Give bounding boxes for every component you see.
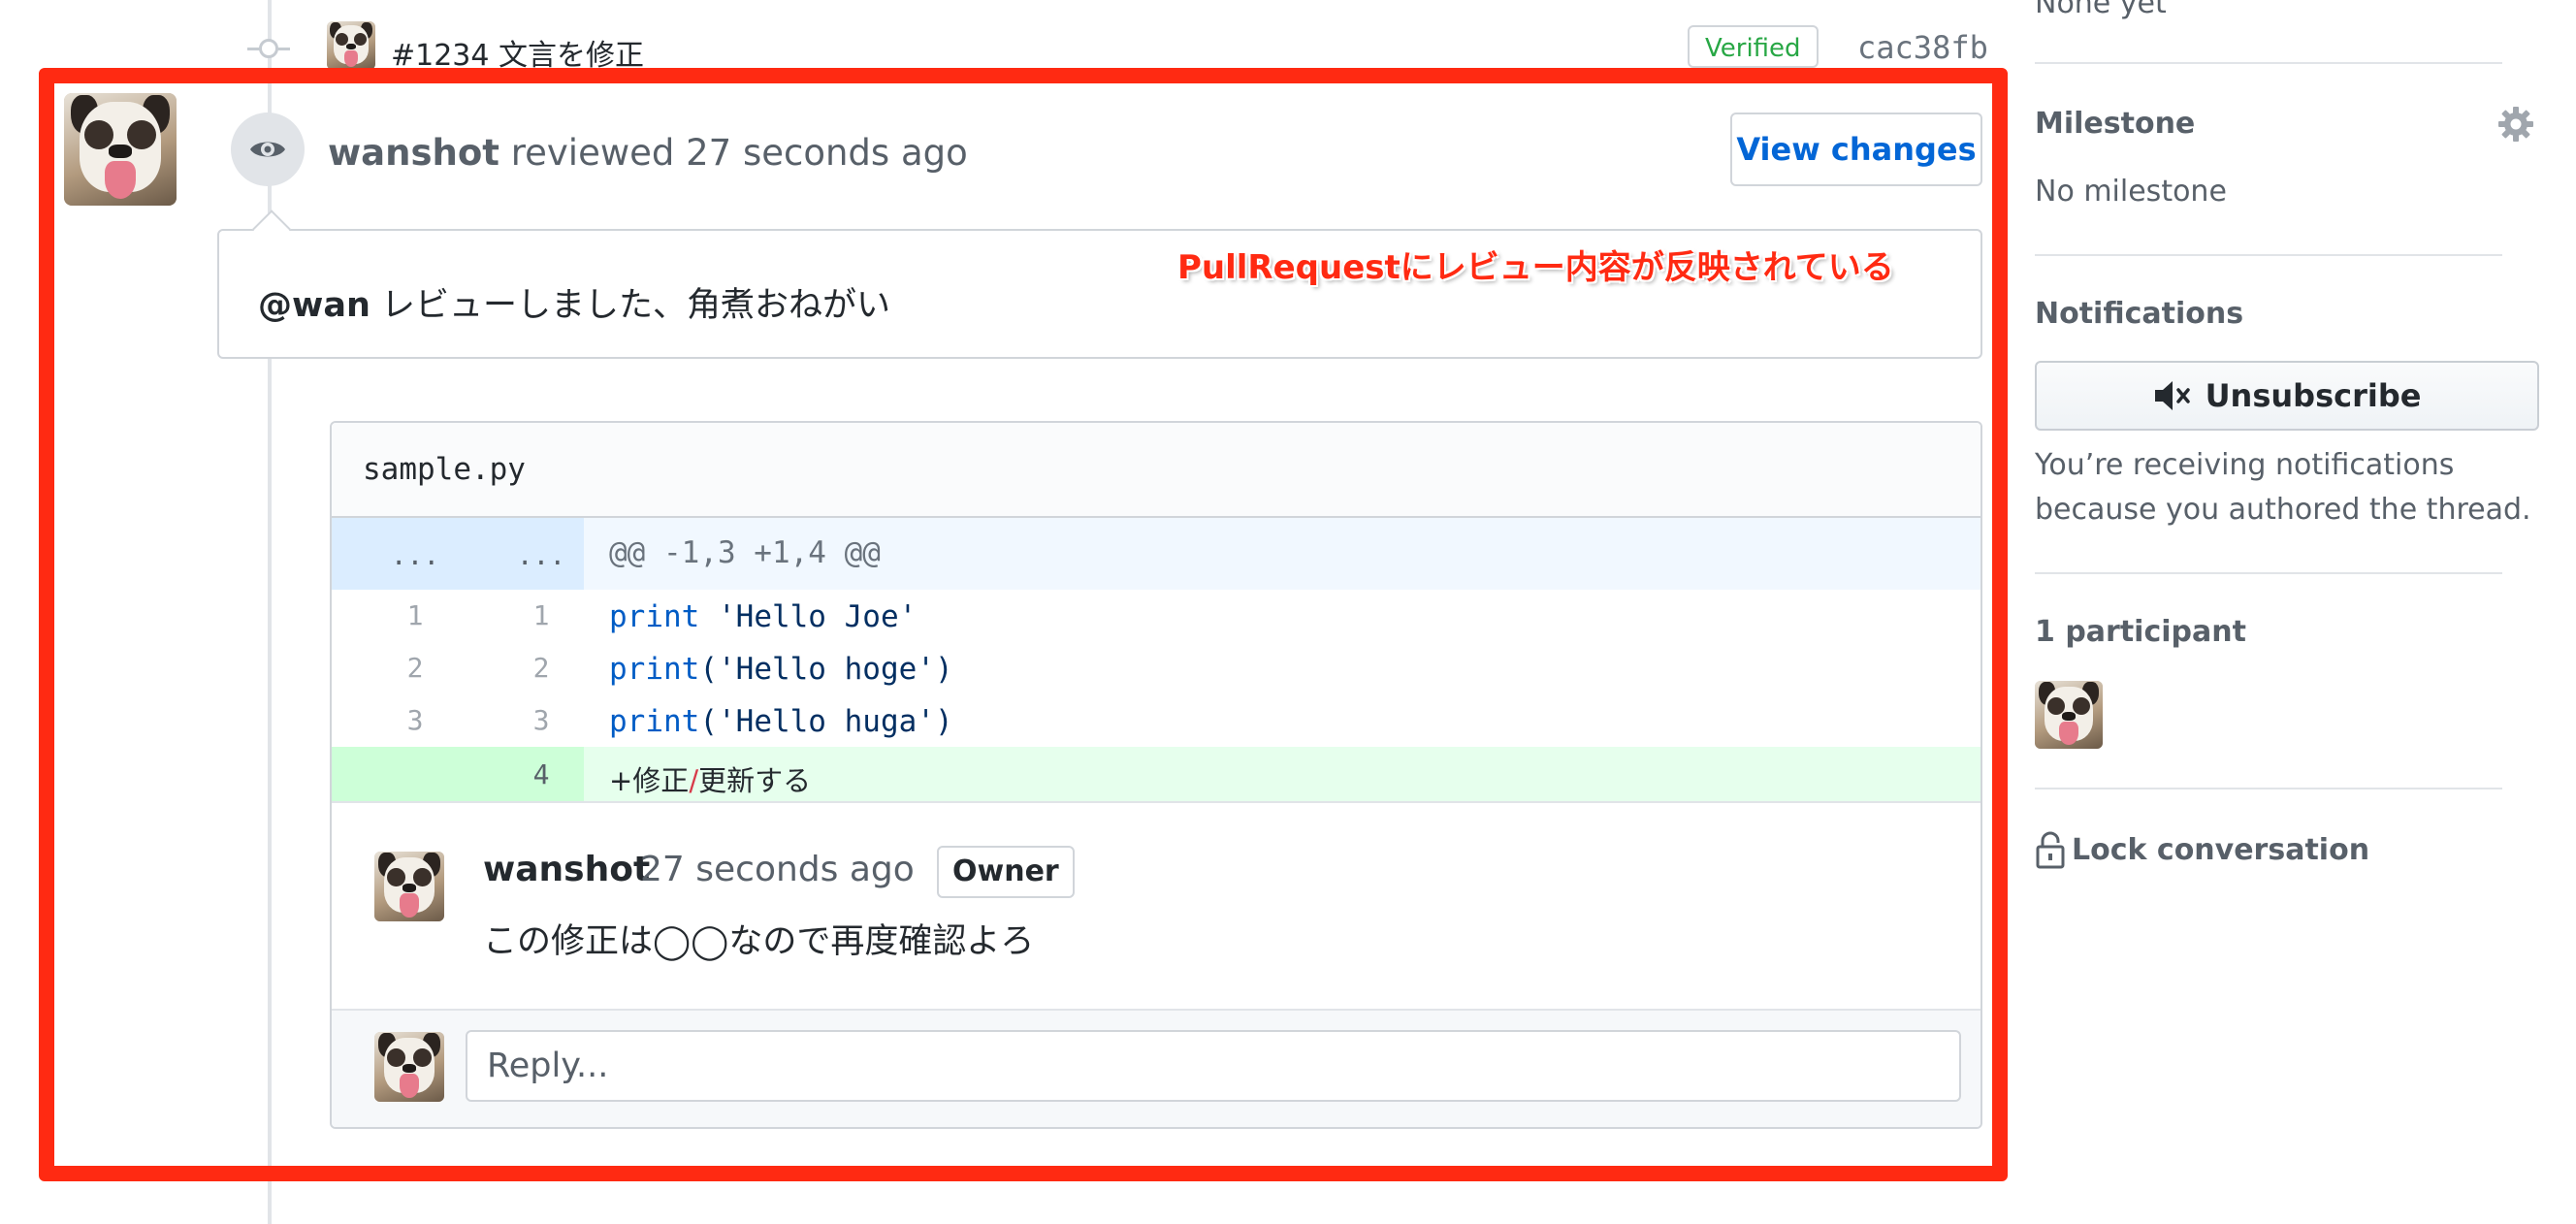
reply-row [332, 1009, 1980, 1127]
review-comment-text: @wan レビューしました、角煮おねがい [258, 277, 890, 327]
reviewers-value: None yet [2035, 0, 2167, 20]
notifications-reason-1: You’re receiving notifications [2035, 448, 2455, 482]
line-number-new[interactable]: 1 [493, 599, 590, 631]
eye-icon [231, 113, 305, 186]
lock-icon [2036, 831, 2065, 869]
sidebar-divider [2035, 572, 2502, 574]
comment-timestamp[interactable]: 27 seconds ago [640, 850, 915, 889]
inline-comment: wanshot 27 seconds ago Owner この修正は◯◯なので再… [332, 801, 1980, 1009]
gear-icon[interactable] [2496, 105, 2535, 144]
line-number-old[interactable]: 2 [367, 652, 464, 684]
commit-sha[interactable]: cac38fb [1857, 29, 1988, 66]
sidebar-divider [2035, 62, 2502, 64]
review-author-link[interactable]: wanshot [328, 132, 499, 174]
annotation-callout: PullRequestにレビュー内容が反映されている [1177, 248, 1894, 287]
line-number-new[interactable]: 2 [493, 652, 590, 684]
notifications-title: Notifications [2035, 297, 2244, 331]
commit-dot-icon [247, 37, 290, 60]
unsubscribe-label: Unsubscribe [2205, 377, 2422, 414]
diff-line: 2 2 print('Hello hoge') [332, 642, 1980, 694]
hunk-expand-new[interactable]: ... [493, 539, 590, 571]
hunk-header-text: @@ -1,3 +1,4 @@ [609, 535, 881, 570]
added-diff-line: 4 +修正/更新する [332, 747, 1980, 801]
unsubscribe-button[interactable]: Unsubscribe [2035, 361, 2539, 431]
diff-line: 1 1 print 'Hello Joe' [332, 590, 1980, 642]
verified-badge[interactable]: Verified [1688, 25, 1819, 68]
code-line: print 'Hello Joe' [609, 599, 918, 634]
code-line: print('Hello hoge') [609, 652, 953, 687]
notifications-reason-2: because you authored the thread. [2035, 493, 2531, 527]
file-name[interactable]: sample.py [363, 452, 526, 487]
comment-body: この修正は◯◯なので再度確認よろ [483, 922, 1035, 961]
line-number-old[interactable]: 1 [367, 599, 464, 631]
owner-badge: Owner [937, 846, 1075, 898]
sidebar: None yet Milestone No milestone Notifica… [2035, 0, 2539, 1224]
review-comment-body: レビューしました、角煮おねがい [370, 286, 891, 325]
user-mention-link[interactable]: @wan [258, 286, 370, 325]
sidebar-divider [2035, 254, 2502, 256]
participant-avatar[interactable] [2035, 681, 2103, 749]
mute-icon [2154, 381, 2190, 410]
milestone-title[interactable]: Milestone [2035, 107, 2195, 141]
diff-box: sample.py ... ... @@ -1,3 +1,4 @@ 1 1 pr… [330, 421, 1982, 1129]
review-header: wanshot reviewed 27 seconds ago [328, 132, 968, 174]
lock-conversation-label: Lock conversation [2072, 832, 2370, 867]
reviewer-avatar[interactable] [64, 93, 177, 206]
commit-author-avatar[interactable] [327, 21, 375, 70]
comment-author-link[interactable]: wanshot [483, 850, 650, 889]
sidebar-divider [2035, 788, 2502, 789]
hunk-header-row: ... ... @@ -1,3 +1,4 @@ [332, 518, 1980, 590]
current-user-avatar [374, 1032, 444, 1102]
view-changes-button[interactable]: View changes [1730, 113, 1982, 186]
added-code-line: +修正/更新する [609, 764, 812, 797]
review-action-time: reviewed 27 seconds ago [510, 132, 968, 174]
file-header: sample.py [332, 423, 1980, 518]
line-number-old[interactable]: 3 [367, 704, 464, 736]
code-line: print('Hello huga') [609, 704, 953, 739]
line-number-new[interactable]: 3 [493, 704, 590, 736]
comment-author-avatar[interactable] [374, 852, 444, 921]
reply-input[interactable] [466, 1030, 1961, 1102]
participants-title: 1 participant [2035, 615, 2246, 649]
milestone-value: No milestone [2035, 175, 2227, 209]
line-number-new[interactable]: 4 [493, 758, 590, 790]
lock-conversation-link[interactable]: Lock conversation [2035, 826, 2369, 873]
hunk-expand-old[interactable]: ... [367, 539, 464, 571]
diff-line: 3 3 print('Hello huga') [332, 694, 1980, 747]
